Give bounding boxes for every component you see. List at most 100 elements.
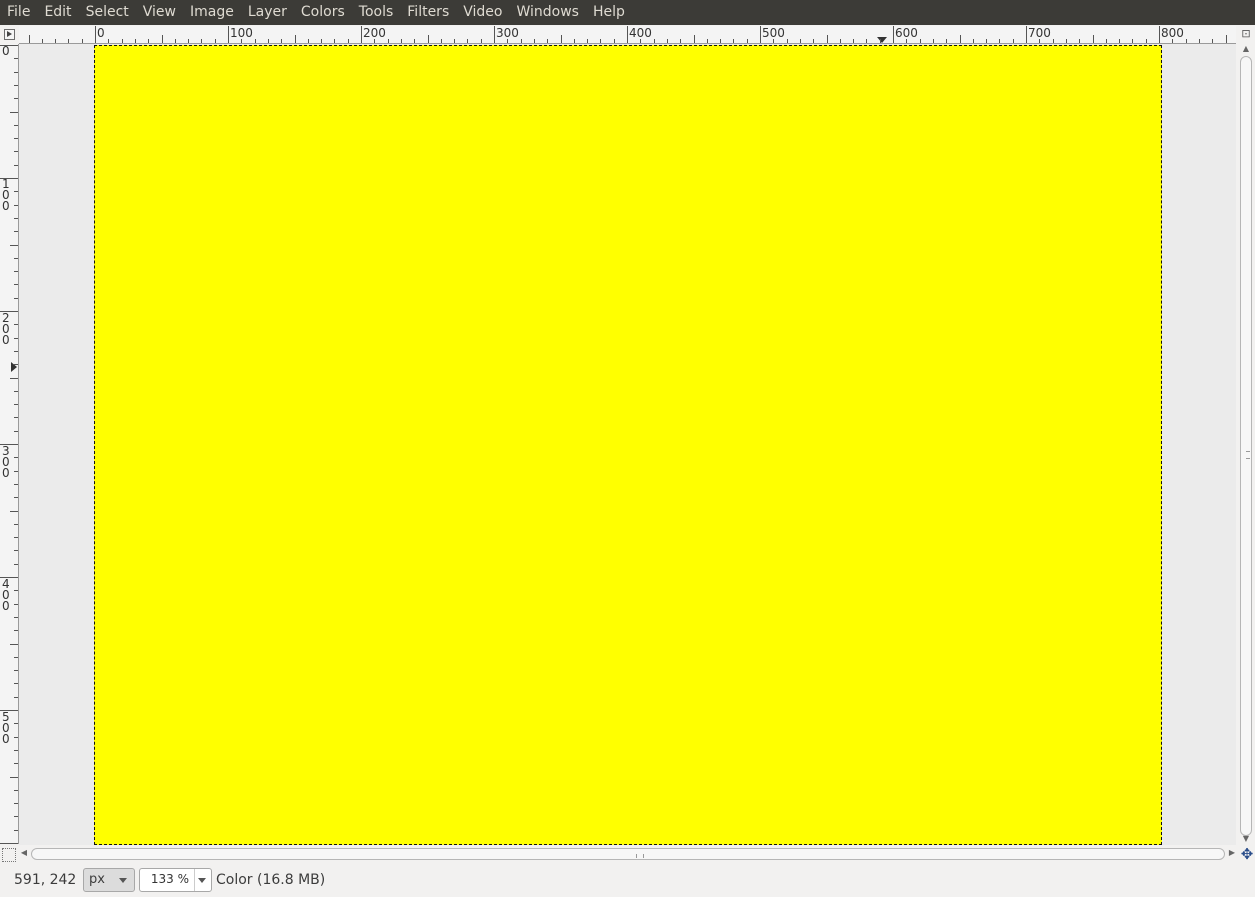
ruler-tick [1119,39,1120,43]
canvas-area[interactable] [19,44,1236,845]
ruler-tick [0,45,18,46]
ruler-tick [14,258,18,259]
ruler-tick [827,35,828,43]
ruler-tick [787,39,788,43]
ruler-tick [388,39,389,43]
scroll-up-icon[interactable]: ▲ [1238,44,1254,53]
ruler-tick [534,39,535,43]
ruler-tick [14,284,18,285]
ruler-tick [95,26,96,43]
ruler-tick [960,35,961,43]
ruler-tick [14,165,18,166]
chevron-down-icon[interactable] [198,878,206,883]
menu-layer[interactable]: Layer [241,0,294,25]
navigate-icon[interactable]: ✥ [1240,847,1254,862]
ruler-tick [68,39,69,43]
ruler-tick [14,763,18,764]
ruler-tick [14,816,18,817]
hruler-label: 800 [1161,26,1184,40]
menu-edit[interactable]: Edit [37,0,78,25]
ruler-tick [228,26,229,43]
zoom-combo[interactable]: 133 % [139,868,212,892]
ruler-tick [773,39,774,43]
hruler-label: 600 [895,26,918,40]
hruler-label: 400 [629,26,652,40]
hruler-label: 100 [230,26,253,40]
ruler-tick [800,39,801,43]
ruler-tick [82,39,83,43]
ruler-tick [14,205,18,206]
chevron-down-icon [119,878,127,883]
scroll-down-icon[interactable]: ▼ [1238,834,1254,843]
ruler-tick [494,26,495,43]
ruler-tick [14,324,18,325]
vertical-scroll-thumb[interactable] [1240,56,1252,836]
menu-colors[interactable]: Colors [294,0,352,25]
grip-icon [636,854,644,858]
status-message: Color (16.8 MB) [216,872,326,888]
menu-view[interactable]: View [136,0,183,25]
vruler-label: 100 [2,177,10,213]
ruler-tick [14,364,18,365]
menu-select[interactable]: Select [79,0,136,25]
ruler-tick [241,39,242,43]
ruler-tick [1226,35,1227,43]
ruler-tick [14,391,18,392]
menu-image[interactable]: Image [183,0,241,25]
scroll-right-icon[interactable]: ▶ [1227,848,1237,857]
ruler-tick [10,245,18,246]
ruler-tick [135,39,136,43]
horizontal-scrollbar[interactable]: ◀ ▶ [19,846,1238,862]
ruler-tick [1106,39,1107,43]
ruler-tick [14,85,18,86]
scroll-left-icon[interactable]: ◀ [19,848,29,857]
ruler-tick [10,511,18,512]
ruler-tick [108,39,109,43]
grip-icon [1246,451,1250,459]
ruler-tick [1172,39,1173,43]
image-canvas[interactable] [94,45,1162,845]
horizontal-scroll-thumb[interactable] [31,848,1225,860]
ruler-tick [640,39,641,43]
zoom-value[interactable]: 133 % [151,872,189,886]
ruler-tick [0,444,18,445]
vertical-scrollbar[interactable]: ▲ ▼ [1238,44,1254,844]
ruler-tick [600,39,601,43]
ruler-tick [1066,39,1067,43]
menu-windows[interactable]: Windows [509,0,586,25]
ruler-tick [574,39,575,43]
vertical-ruler[interactable]: 0 100 200 300 400 500 [0,44,19,844]
ruler-tick [14,271,18,272]
menu-video[interactable]: Video [456,0,509,25]
statusbar: 591, 242 px 133 % Color (16.8 MB) [0,863,1255,897]
ruler-tick [14,338,18,339]
ruler-tick [14,58,18,59]
ruler-tick [14,457,18,458]
menubar: File Edit Select View Image Layer Colors… [0,0,1255,25]
ruler-tick [893,26,894,43]
ruler-tick [507,39,508,43]
vruler-label: 200 [2,311,10,347]
ruler-tick [999,39,1000,43]
horizontal-ruler[interactable]: 0 100 200 300 400 500 600 700 800 [19,26,1236,44]
menu-file[interactable]: File [0,0,37,25]
unit-selector[interactable]: px [83,868,135,892]
ruler-tick [14,830,18,831]
menu-tools[interactable]: Tools [352,0,401,25]
ruler-tick [986,39,987,43]
ruler-tick [946,39,947,43]
ruler-tick [1212,39,1213,43]
menu-help[interactable]: Help [586,0,632,25]
divider [194,869,195,891]
ruler-tick [0,577,18,578]
quick-menu-button[interactable] [0,26,18,42]
quick-mask-icon[interactable] [2,848,16,862]
pointer-coordinates: 591, 242 [14,872,77,888]
ruler-tick [29,35,30,43]
zoom-toggle-icon[interactable]: ⊡ [1239,27,1253,41]
menu-filters[interactable]: Filters [400,0,456,25]
ruler-tick [42,39,43,43]
ruler-tick [14,151,18,152]
ruler-tick [1039,39,1040,43]
ruler-tick [14,431,18,432]
